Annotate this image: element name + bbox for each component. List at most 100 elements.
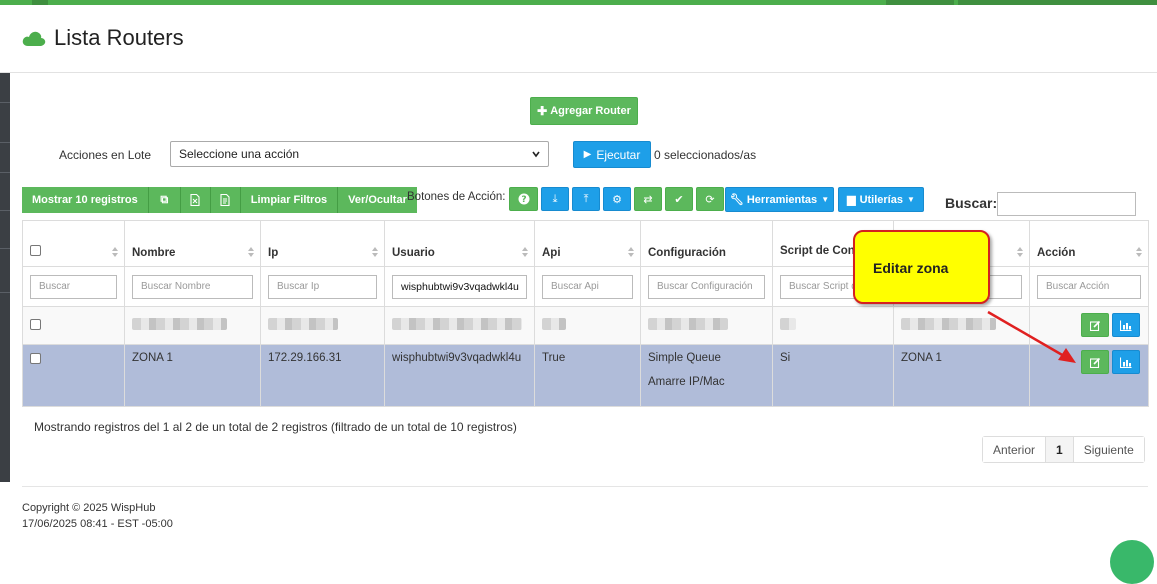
global-search-input[interactable] [997, 192, 1136, 216]
sort-icon [628, 247, 634, 257]
row-checkbox[interactable] [30, 318, 41, 330]
filter-select-input[interactable]: Buscar [30, 274, 117, 299]
question-icon: ? [518, 193, 529, 205]
chevron-down-icon [532, 151, 540, 158]
utilities-dropdown-button[interactable]: ▆ Utilerías ▼ [838, 187, 924, 212]
page-header: Lista Routers [0, 5, 1157, 73]
select-all-header[interactable] [22, 220, 125, 267]
footer-divider [22, 486, 1148, 487]
filter-ip-input[interactable]: Buscar Ip [268, 274, 377, 299]
filter-accion-input[interactable]: Buscar Acción [1037, 274, 1141, 299]
csv-icon [190, 194, 200, 206]
column-header-ip[interactable]: Ip [260, 220, 385, 267]
batch-action-select[interactable]: Seleccione una acción [170, 141, 549, 167]
check-icon: ✔ [674, 193, 684, 206]
filter-configuracion-input[interactable]: Buscar Configuración [648, 274, 765, 299]
select-all-checkbox[interactable] [30, 245, 41, 256]
cell-api: True [534, 344, 641, 407]
cloud-icon [22, 31, 46, 46]
column-header-nombre[interactable]: Nombre [124, 220, 261, 267]
filter-api-input[interactable]: Buscar Api [542, 274, 633, 299]
edit-icon [1089, 320, 1100, 331]
sort-icon [112, 247, 118, 257]
add-router-button[interactable]: ✚ Agregar Router [530, 97, 638, 125]
redacted-value [542, 318, 566, 330]
chart-icon [1120, 357, 1132, 368]
export-pdf-button[interactable] [210, 187, 241, 213]
pagination-next[interactable]: Siguiente [1073, 437, 1144, 462]
refresh-icon: ⟳ [705, 193, 715, 206]
tools-dropdown-button[interactable]: 🔧︎ Herramientas ▼ [725, 187, 834, 212]
upload-icon: ⤒ [583, 192, 589, 205]
wrench-icon: 🔧︎ [729, 194, 744, 206]
action-buttons-label: Botones de Acción: [407, 191, 506, 203]
footer-copyright: Copyright © 2025 WispHub [22, 502, 156, 514]
check-button[interactable]: ✔ [665, 187, 693, 211]
plus-icon: ✚ [537, 104, 548, 118]
copy-icon: ⧉ [160, 193, 169, 206]
column-header-accion[interactable]: Acción [1029, 220, 1149, 267]
annotation-callout: Editar zona [853, 230, 990, 304]
left-edge-panel [0, 72, 10, 482]
pagination: Anterior 1 Siguiente [982, 436, 1145, 463]
sort-icon [1136, 247, 1142, 257]
filter-nombre-input[interactable]: Buscar Nombre [132, 274, 253, 299]
caret-down-icon: ▼ [821, 195, 830, 204]
gears-icon: ⚙ [612, 193, 622, 206]
search-label: Buscar: [945, 195, 998, 211]
clear-filters-button[interactable]: Limpiar Filtros [240, 187, 339, 213]
page-title-text: Lista Routers [54, 25, 184, 50]
filter-usuario-input[interactable]: wisphubtwi9v3vqadwkl4u [392, 274, 527, 299]
upload-button[interactable]: ⤒ [572, 187, 600, 211]
column-header-usuario[interactable]: Usuario [384, 220, 535, 267]
download-icon: ⤓ [552, 192, 558, 205]
refresh-button[interactable]: ⟳ [696, 187, 724, 211]
annotation-arrow [987, 310, 1076, 363]
svg-text:?: ? [521, 195, 526, 205]
footer-datetime: 17/06/2025 08:41 - EST -05:00 [22, 518, 173, 530]
edit-zone-button[interactable] [1081, 350, 1109, 374]
sort-icon [248, 247, 254, 257]
export-csv-button[interactable] [180, 187, 211, 213]
chart-icon [1120, 320, 1132, 331]
show-hide-columns-button[interactable]: Ver/Ocultar [338, 187, 417, 213]
sort-icon [522, 247, 528, 257]
caret-down-icon: ▼ [906, 195, 915, 204]
execute-button[interactable]: ▶ Ejecutar [573, 141, 651, 168]
chat-bubble-button[interactable] [1110, 540, 1154, 584]
play-icon: ▶ [583, 149, 592, 160]
pagination-page[interactable]: 1 [1046, 437, 1074, 462]
redacted-value [132, 318, 227, 330]
help-button[interactable]: ? [509, 187, 538, 211]
page-title: Lista Routers [22, 25, 184, 51]
copy-button[interactable]: ⧉ [148, 187, 181, 213]
datatable-button-group: Mostrar 10 registros ⧉ Limpiar Filtros V… [22, 187, 417, 213]
column-header-configuracion[interactable]: Configuración [640, 220, 773, 267]
stats-button[interactable] [1112, 350, 1140, 374]
sort-icon [1017, 247, 1023, 257]
edit-icon [1089, 357, 1100, 368]
download-button[interactable]: ⤓ [541, 187, 569, 211]
batch-actions-label: Acciones en Lote [59, 148, 152, 162]
table-info: Mostrando registros del 1 al 2 de un tot… [34, 420, 517, 434]
redacted-value [780, 318, 796, 330]
exchange-icon: ⇄ [643, 193, 653, 206]
redacted-value [392, 318, 522, 330]
exchange-button[interactable]: ⇄ [634, 187, 662, 211]
edit-zone-button[interactable] [1081, 313, 1109, 337]
selected-count: 0 seleccionados/as [654, 148, 757, 162]
row-checkbox[interactable] [30, 353, 41, 364]
show-records-button[interactable]: Mostrar 10 registros [22, 187, 149, 213]
settings-button[interactable]: ⚙ [603, 187, 631, 211]
column-header-api[interactable]: Api [534, 220, 641, 267]
sort-icon [372, 247, 378, 257]
pdf-icon [220, 194, 230, 206]
cell-ip: 172.29.166.31 [260, 344, 385, 407]
cell-configuracion: Simple Queue Amarre IP/Mac [640, 344, 773, 407]
cell-nombre: ZONA 1 [124, 344, 261, 407]
stats-button[interactable] [1112, 313, 1140, 337]
pagination-prev[interactable]: Anterior [983, 437, 1047, 462]
redacted-value [268, 318, 338, 330]
redacted-value [648, 318, 728, 330]
cell-script: Si [772, 344, 894, 407]
